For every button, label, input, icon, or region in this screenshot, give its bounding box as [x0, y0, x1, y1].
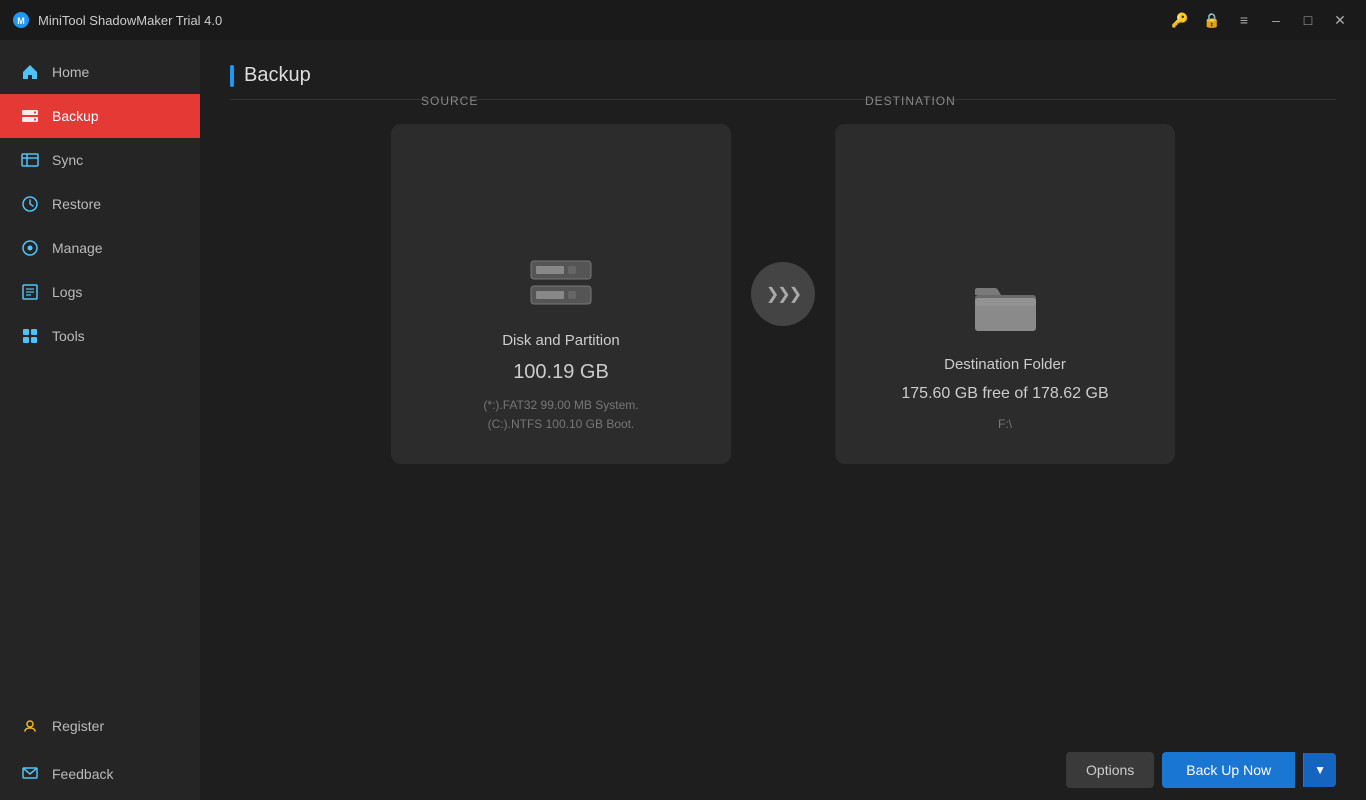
minimize-button[interactable]: – — [1262, 6, 1290, 34]
lock-icon[interactable]: 🔒 — [1198, 6, 1226, 34]
sidebar-label-logs: Logs — [52, 284, 82, 300]
backup-now-button[interactable]: Back Up Now — [1162, 752, 1295, 788]
folder-icon — [973, 280, 1038, 335]
sidebar-item-logs[interactable]: Logs — [0, 270, 200, 314]
destination-free-space: 175.60 GB free of 178.62 GB — [901, 385, 1108, 403]
sidebar-label-backup: Backup — [52, 108, 99, 124]
sidebar-label-manage: Manage — [52, 240, 103, 256]
restore-icon — [20, 194, 40, 214]
destination-path: F:\ — [998, 415, 1012, 434]
menu-icon[interactable]: ≡ — [1230, 6, 1258, 34]
destination-icon-area — [973, 280, 1038, 340]
sidebar: Home Backup Sync — [0, 40, 200, 800]
destination-title: Destination Folder — [944, 356, 1066, 373]
close-button[interactable]: ✕ — [1326, 6, 1354, 34]
tools-icon — [20, 326, 40, 346]
page-title-accent — [230, 65, 234, 87]
sidebar-item-sync[interactable]: Sync — [0, 138, 200, 182]
source-title: Disk and Partition — [502, 332, 620, 349]
sidebar-item-tools[interactable]: Tools — [0, 314, 200, 358]
arrow-symbol: ❯❯❯ — [766, 284, 800, 304]
backup-dropdown-button[interactable]: ▼ — [1303, 753, 1336, 787]
key-icon[interactable]: 🔑 — [1166, 6, 1194, 34]
sidebar-label-sync: Sync — [52, 152, 83, 168]
sidebar-spacer — [0, 358, 200, 704]
source-size: 100.19 GB — [513, 361, 609, 384]
titlebar-controls: 🔑 🔒 ≡ – □ ✕ — [1166, 6, 1354, 34]
svg-text:M: M — [17, 16, 25, 26]
app-title: MiniTool ShadowMaker Trial 4.0 — [38, 13, 222, 28]
disk-icon — [526, 256, 596, 311]
logs-icon — [20, 282, 40, 302]
content-area: Backup SOURCE — [200, 40, 1366, 800]
arrow-button[interactable]: ❯❯❯ — [751, 262, 815, 326]
maximize-button[interactable]: □ — [1294, 6, 1322, 34]
sidebar-label-tools: Tools — [52, 328, 85, 344]
sidebar-item-manage[interactable]: Manage — [0, 226, 200, 270]
feedback-icon — [20, 764, 40, 784]
sync-icon — [20, 150, 40, 170]
app-logo-icon: M — [12, 11, 30, 29]
sidebar-item-register[interactable]: Register — [0, 704, 200, 752]
sidebar-item-backup[interactable]: Backup — [0, 94, 200, 138]
sidebar-label-register: Register — [52, 718, 104, 734]
manage-icon — [20, 238, 40, 258]
sidebar-item-restore[interactable]: Restore — [0, 182, 200, 226]
source-card[interactable]: SOURCE Disk and Partit — [391, 124, 731, 464]
page-title: Backup — [244, 64, 311, 87]
bottom-bar: Options Back Up Now ▼ — [200, 740, 1366, 800]
source-icon-area — [526, 256, 596, 316]
sidebar-label-feedback: Feedback — [52, 766, 113, 782]
sidebar-label-home: Home — [52, 64, 89, 80]
destination-card[interactable]: DESTINATION Destination Folder 175.60 GB — [835, 124, 1175, 464]
titlebar-left: M MiniTool ShadowMaker Trial 4.0 — [12, 11, 222, 29]
backup-icon — [20, 106, 40, 126]
main-layout: Home Backup Sync — [0, 40, 1366, 800]
sidebar-item-home[interactable]: Home — [0, 50, 200, 94]
options-button[interactable]: Options — [1066, 752, 1154, 788]
sidebar-item-feedback[interactable]: Feedback — [0, 752, 200, 800]
cards-container: SOURCE Disk and Partit — [230, 124, 1336, 464]
source-detail: (*:).FAT32 99.00 MB System. (C:).NTFS 10… — [483, 396, 638, 434]
page-header: Backup — [230, 64, 1336, 100]
sidebar-label-restore: Restore — [52, 196, 101, 212]
destination-label: DESTINATION — [865, 94, 956, 108]
register-icon — [20, 716, 40, 736]
source-label: SOURCE — [421, 94, 478, 108]
titlebar: M MiniTool ShadowMaker Trial 4.0 🔑 🔒 ≡ –… — [0, 0, 1366, 40]
home-icon — [20, 62, 40, 82]
